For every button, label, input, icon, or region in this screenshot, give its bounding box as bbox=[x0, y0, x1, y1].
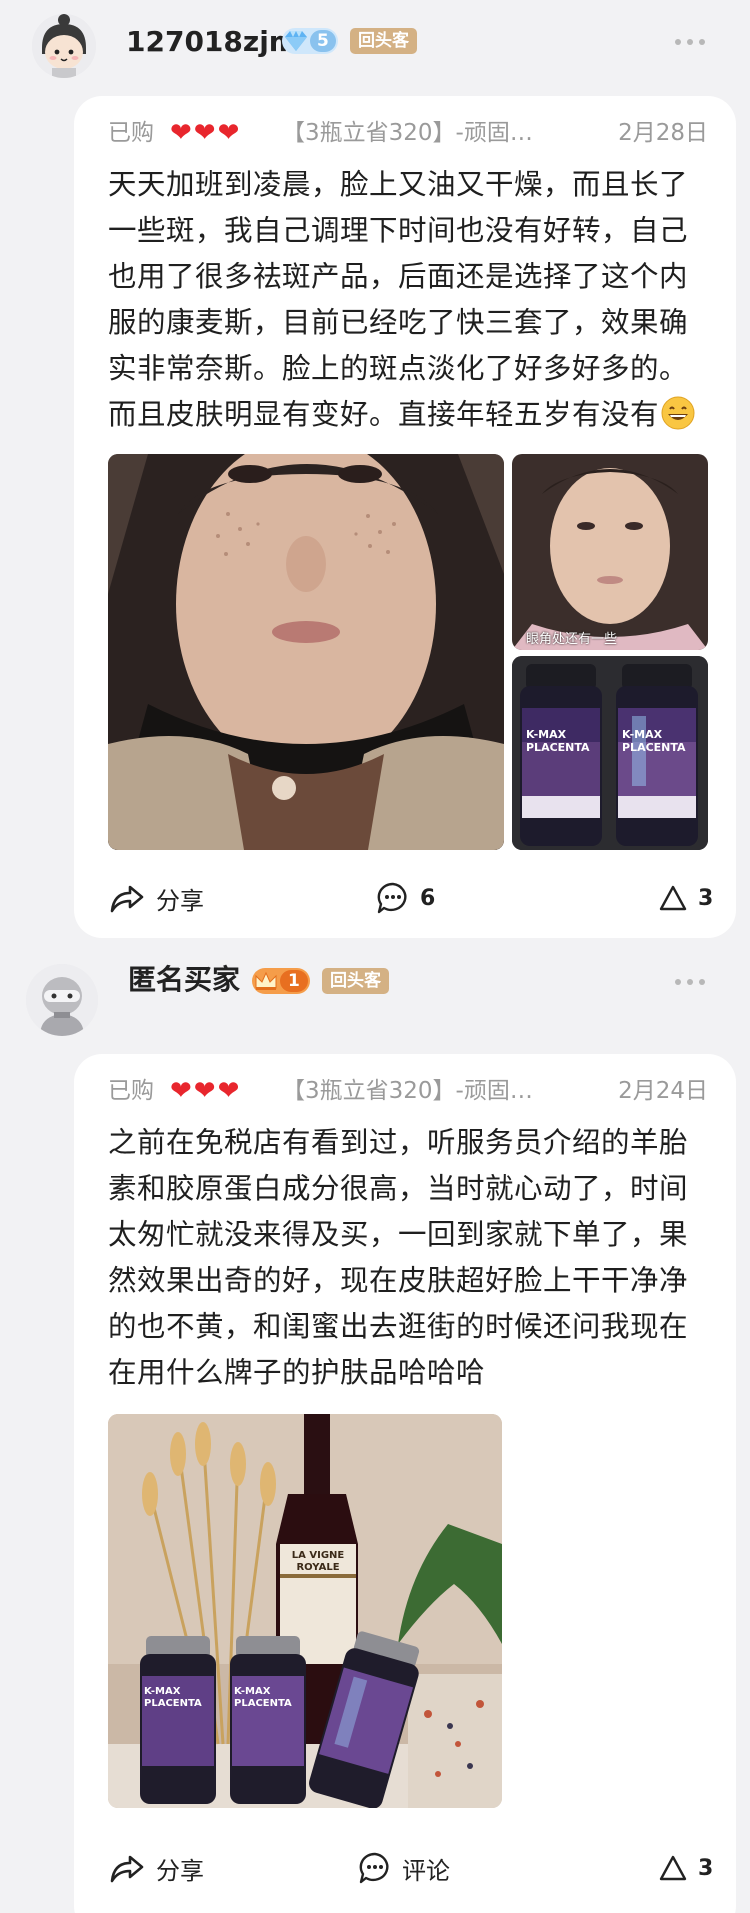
anonymous-ninja-avatar-icon bbox=[26, 964, 98, 1036]
face-photo-image bbox=[108, 454, 504, 850]
bought-label: 已购 bbox=[108, 120, 154, 146]
product-name[interactable]: 【3瓶立省320】-顽固斑… bbox=[282, 114, 552, 152]
member-level-number: 5 bbox=[310, 30, 336, 52]
like-button[interactable]: 3 bbox=[658, 876, 713, 920]
grin-emoji-icon bbox=[661, 396, 695, 430]
review-photo-face-small[interactable]: 眼角处还有一些 bbox=[512, 454, 708, 650]
review-photo-face[interactable] bbox=[108, 454, 504, 850]
member-level-number: 1 bbox=[280, 970, 308, 992]
review-card: 已购 ❤❤❤ 【3瓶立省320】-顽固斑… 2月24日 之前在免税店有看到过，听… bbox=[74, 1054, 736, 1913]
username[interactable]: 127018zjm bbox=[126, 20, 298, 64]
like-icon bbox=[659, 1855, 687, 1881]
rating-hearts: ❤❤❤ bbox=[170, 118, 242, 148]
comment-button[interactable]: 评论 bbox=[358, 1846, 450, 1890]
share-label: 分享 bbox=[156, 886, 204, 915]
comment-button[interactable]: 6 bbox=[376, 876, 435, 920]
comment-label: 评论 bbox=[402, 1856, 450, 1885]
user-avatar[interactable] bbox=[32, 14, 96, 78]
like-count: 3 bbox=[698, 885, 714, 911]
comment-icon bbox=[359, 1852, 389, 1884]
more-icon[interactable] bbox=[672, 970, 708, 994]
share-button[interactable]: 分享 bbox=[108, 1846, 204, 1890]
review-photo-product[interactable]: K-MAX PLACENTA K-MAX PLACENTA bbox=[512, 656, 708, 850]
review-text: 之前在免税店有看到过，听服务员介绍的羊胎素和胶原蛋白成分很高，当时就心动了，时间… bbox=[108, 1126, 689, 1389]
review-text: 天天加班到凌晨，脸上又油又干燥，而且长了一些斑，我自己调理下时间也没有好转，自己… bbox=[108, 162, 708, 438]
review-photo-product-scene[interactable]: LA VIGNE ROYALE K-MAX PLACENTA K-MAX PLA… bbox=[108, 1414, 502, 1808]
user-row: 127018zjm 5 回头客 bbox=[0, 0, 750, 100]
action-bar: 分享 评论 3 bbox=[108, 1846, 713, 1890]
bottle-label-2: K-MAX PLACENTA bbox=[234, 1686, 292, 1709]
photo-overlay-caption: 眼角处还有一些 bbox=[526, 632, 618, 647]
bottle-label-right: K-MAX PLACENTA bbox=[622, 728, 686, 754]
member-level-badge: 5 bbox=[282, 28, 338, 54]
review-date: 2月28日 bbox=[618, 120, 708, 146]
return-customer-badge: 回头客 bbox=[322, 968, 389, 994]
cartoon-avatar-icon bbox=[32, 14, 96, 78]
share-button[interactable]: 分享 bbox=[108, 876, 204, 920]
bottle-label-1: K-MAX PLACENTA bbox=[144, 1686, 202, 1709]
rating-hearts: ❤❤❤ bbox=[170, 1076, 242, 1106]
crown-icon bbox=[255, 971, 277, 990]
purchase-meta: 已购 ❤❤❤ 【3瓶立省320】-顽固斑… 2月28日 bbox=[108, 114, 708, 152]
comment-icon bbox=[377, 882, 407, 914]
user-avatar[interactable] bbox=[26, 964, 98, 1036]
member-level-badge: 1 bbox=[252, 968, 310, 994]
share-icon bbox=[110, 885, 144, 913]
share-label: 分享 bbox=[156, 1856, 204, 1885]
review-text-content: 天天加班到凌晨，脸上又油又干燥，而且长了一些斑，我自己调理下时间也没有好转，自己… bbox=[108, 168, 689, 431]
like-icon bbox=[659, 885, 687, 911]
product-name[interactable]: 【3瓶立省320】-顽固斑… bbox=[282, 1072, 552, 1110]
review-date: 2月24日 bbox=[618, 1078, 708, 1104]
user-row: 匿名买家 1 回头客 bbox=[0, 940, 750, 1040]
review-card: 已购 ❤❤❤ 【3瓶立省320】-顽固斑… 2月28日 天天加班到凌晨，脸上又油… bbox=[74, 96, 736, 938]
face-photo-small-image bbox=[512, 454, 708, 650]
like-button[interactable]: 3 bbox=[658, 1846, 713, 1890]
bought-label: 已购 bbox=[108, 1078, 154, 1104]
more-icon[interactable] bbox=[672, 30, 708, 54]
purchase-meta: 已购 ❤❤❤ 【3瓶立省320】-顽固斑… 2月24日 bbox=[108, 1072, 708, 1110]
action-bar: 分享 6 3 bbox=[108, 876, 713, 920]
bottle-label-left: K-MAX PLACENTA bbox=[526, 728, 590, 754]
share-icon bbox=[110, 1855, 144, 1883]
return-customer-badge: 回头客 bbox=[350, 28, 417, 54]
diamond-icon bbox=[285, 31, 307, 51]
product-scene-image bbox=[108, 1414, 502, 1808]
like-count: 3 bbox=[698, 1855, 714, 1881]
comment-count: 6 bbox=[420, 885, 436, 911]
username[interactable]: 匿名买家 bbox=[128, 958, 240, 1002]
wine-label: LA VIGNE ROYALE bbox=[291, 1550, 345, 1573]
